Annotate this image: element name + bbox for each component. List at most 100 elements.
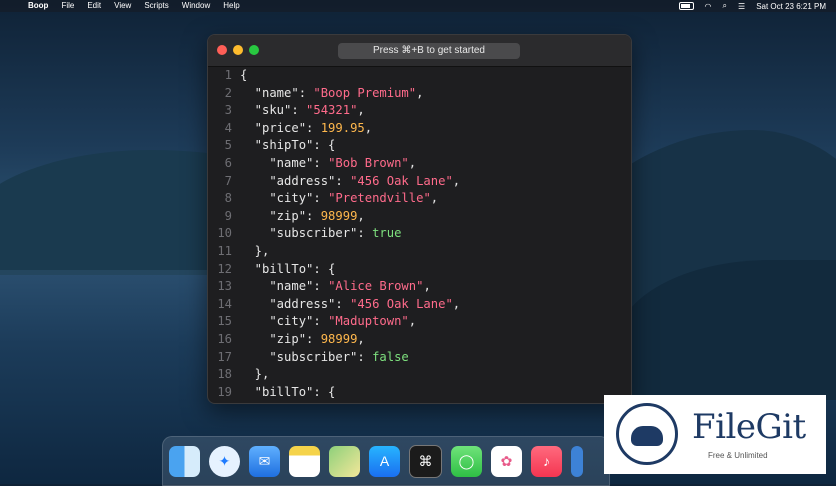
maps-icon[interactable] [329,445,360,477]
code-line[interactable]: 5 "shipTo": { [208,137,631,155]
status-area: ◠ ⌕ ☰ Sat Oct 23 6:21 PM [678,0,826,12]
line-number: 6 [224,155,232,170]
code-token: "zip": [240,331,321,346]
code-editor[interactable]: 1{2 "name": "Boop Premium", 3 "sku": "543… [208,67,631,403]
code-text: "name": "Bob Brown", [240,155,416,173]
code-token: "sku": [240,103,307,118]
menu-edit[interactable]: Edit [87,0,101,12]
code-token: true [372,226,402,241]
code-line[interactable]: 3 "sku": "54321", [208,102,631,120]
line-number: 15 [217,314,232,329]
command-hint-bar[interactable]: Press ⌘+B to get started [338,43,520,59]
line-number: 13 [217,279,232,294]
code-text: "zip": 98999, [240,331,364,349]
code-text: }, [240,366,270,384]
minimize-button[interactable] [233,45,243,55]
messages-icon[interactable]: ◯ [451,445,482,477]
code-token: "name": [240,85,314,100]
line-number: 16 [217,331,232,346]
code-token: { [240,68,248,82]
menu-window[interactable]: Window [182,0,210,12]
menu-view[interactable]: View [114,0,131,12]
code-line[interactable]: 9 "zip": 98999, [208,208,631,226]
code-token: }, [240,243,270,258]
code-token: , [430,191,439,206]
line-number: 2 [224,85,232,100]
code-line[interactable]: 16 "zip": 98999, [208,331,631,349]
spotlight-icon[interactable]: ⌕ [723,1,727,11]
menu-scripts[interactable]: Scripts [144,0,168,12]
code-line[interactable]: 12 "billTo": { [208,261,631,279]
code-token: "billTo": { [240,384,336,399]
code-token: false [372,349,409,364]
code-line[interactable]: 10 "subscriber": true [208,225,631,243]
line-number: 3 [224,103,232,118]
code-token: "Alice Brown" [328,279,424,294]
clock[interactable]: Sat Oct 23 6:21 PM [756,2,826,11]
code-line[interactable]: 2 "name": "Boop Premium", [208,85,631,103]
line-number: 8 [224,191,232,206]
code-line[interactable]: 15 "city": "Maduptown", [208,313,631,331]
code-token: "54321" [306,103,358,118]
code-text: "subscriber": false [240,349,409,367]
code-token: "name": [240,279,329,294]
code-token: 98999 [320,208,358,223]
code-line[interactable]: 1{ [208,67,631,85]
watermark-tagline: Free & Unlimited [708,451,768,460]
line-number: 4 [224,120,232,135]
code-text: "billTo": { [240,261,336,279]
code-line[interactable]: 17 "subscriber": false [208,349,631,367]
code-token: "456 Oak Lane" [350,173,453,188]
code-line[interactable]: 11 }, [208,243,631,261]
code-token: 199.95 [320,120,365,135]
code-token: "name": [240,155,329,170]
code-line[interactable]: 7 "address": "456 Oak Lane", [208,173,631,191]
code-token: , [452,296,461,311]
menu-bar: Boop File Edit View Scripts Window Help … [0,0,836,12]
music-icon[interactable]: ♪ [531,445,562,477]
app-store-icon[interactable]: A [369,445,400,477]
code-line[interactable]: 6 "name": "Bob Brown", [208,155,631,173]
mail-icon[interactable]: ✉ [249,445,280,477]
control-center-icon[interactable]: ☰ [738,2,745,11]
code-line[interactable]: 4 "price": 199.95, [208,120,631,138]
code-text: "name": "Boop Premium", [240,85,424,103]
code-text: "city": "Maduptown", [240,313,416,331]
code-token: "city": [240,191,329,206]
finder-icon[interactable] [169,445,200,477]
safari-icon[interactable]: ✦ [209,445,240,477]
code-text: "shipTo": { [240,137,336,155]
app-menu[interactable]: Boop [28,0,48,12]
menu-help[interactable]: Help [223,0,239,12]
title-bar[interactable]: Press ⌘+B to get started [208,35,631,67]
boop-window: Press ⌘+B to get started 1{2 "name": "Bo… [207,34,632,404]
code-line[interactable]: 13 "name": "Alice Brown", [208,278,631,296]
dock: ✦ ✉ A ⌘ ◯ ✿ ♪ [162,436,610,486]
zoom-button[interactable] [249,45,259,55]
code-line[interactable]: 8 "city": "Pretendville", [208,190,631,208]
code-text: "name": "Alice Brown", [240,278,430,296]
code-line[interactable]: 19 "billTo": { [208,384,631,402]
code-line[interactable]: 14 "address": "456 Oak Lane", [208,296,631,314]
notes-icon[interactable] [289,445,320,477]
code-token: "456 Oak Lane" [350,296,453,311]
code-token: "zip": [240,208,321,223]
menu-file[interactable]: File [61,0,74,12]
line-number: 17 [217,349,232,364]
code-token: 98999 [320,331,358,346]
close-button[interactable] [217,45,227,55]
code-text: "address": "456 Oak Lane", [240,173,460,191]
code-token: , [416,85,424,100]
folder-icon[interactable] [571,445,583,477]
code-token: , [357,208,365,223]
code-text: }, [240,243,270,261]
code-text: "zip": 98999, [240,208,365,226]
code-text: "price": 199.95, [240,120,372,138]
wifi-icon[interactable]: ◠ [705,2,712,11]
battery-icon[interactable] [678,2,694,10]
boop-icon[interactable]: ⌘ [409,444,442,478]
line-number: 18 [217,367,232,382]
photos-icon[interactable]: ✿ [491,445,522,477]
code-line[interactable]: 18 }, [208,366,631,384]
code-token: "address": [240,296,351,311]
